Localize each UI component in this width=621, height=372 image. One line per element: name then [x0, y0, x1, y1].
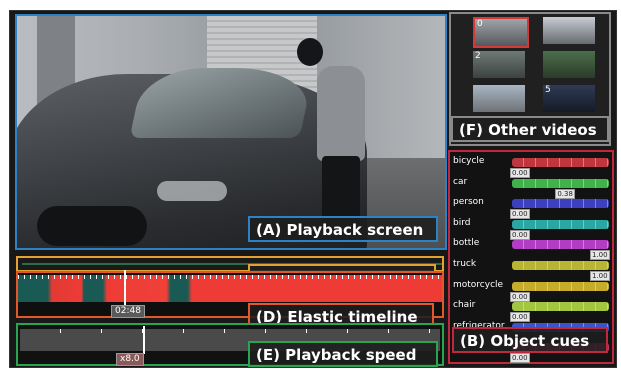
object-cue-slider[interactable] — [512, 240, 609, 250]
playback-speed-handle[interactable] — [143, 326, 145, 354]
object-cue-name: bicycle — [453, 156, 485, 166]
object-cue-slider[interactable] — [512, 281, 609, 291]
video-car-grill — [37, 206, 147, 246]
thumbnail-number: 5 — [545, 85, 551, 95]
object-cue-value: 1.00 — [590, 271, 610, 281]
object-cue-value: 0.00 — [510, 291, 530, 302]
other-videos-label: (F) Other videos — [451, 116, 609, 142]
object-cue-slider[interactable] — [512, 178, 609, 188]
thumbnail-number: 0 — [477, 19, 483, 29]
object-cue-value: 0.38 — [555, 188, 575, 199]
thumbnail-number: 2 — [475, 51, 481, 61]
playhead[interactable] — [124, 270, 126, 306]
object-cue-slider[interactable] — [512, 302, 609, 312]
video-car-headlight — [157, 181, 227, 201]
object-cue-slider[interactable] — [512, 261, 609, 270]
video-thumbnail[interactable] — [543, 17, 595, 44]
object-cue-name: chair — [453, 300, 476, 311]
playback-speed-label: (E) Playback speed — [248, 341, 438, 367]
playback-screen[interactable] — [15, 14, 447, 250]
object-cue-name: car — [453, 176, 468, 187]
elastic-timeline-ticks — [18, 275, 442, 279]
object-cue-value: 0.00 — [510, 168, 530, 178]
video-person-head — [297, 38, 323, 66]
object-cue-name: truck — [453, 259, 477, 269]
object-cue-value: 0.00 — [510, 229, 530, 240]
video-person — [317, 66, 365, 161]
video-thumbnail[interactable] — [473, 85, 525, 112]
object-cue-value: 0.00 — [510, 353, 530, 364]
elastic-timeline-time: 02:48 — [111, 305, 145, 318]
video-thumbnail[interactable]: 5 — [543, 85, 595, 112]
elastic-timeline-heatmap — [18, 275, 442, 302]
video-thumbnail[interactable]: 0 — [473, 17, 529, 48]
video-thumbnail[interactable] — [543, 51, 595, 78]
object-cue-slider[interactable] — [512, 199, 609, 209]
playback-screen-label: (A) Playback screen — [248, 216, 438, 242]
playback-speed-value: x8.0 — [116, 353, 144, 366]
object-cue-name: bird — [453, 217, 471, 228]
object-cue-value: 0.00 — [510, 312, 530, 323]
object-cue-value: 0.00 — [510, 209, 530, 220]
object-cues-label: (B) Object cues — [452, 327, 608, 353]
video-thumbnail[interactable]: 2 — [473, 51, 525, 78]
object-cue-slider[interactable] — [512, 158, 609, 167]
object-cue-value: 1.00 — [590, 250, 610, 261]
object-cue-name: motorcycle — [453, 279, 504, 290]
object-cue-slider[interactable] — [512, 219, 609, 229]
object-cue-name: person — [453, 197, 484, 208]
object-cue-name: bottle — [453, 238, 480, 249]
playback-speed-ticks — [20, 329, 440, 333]
